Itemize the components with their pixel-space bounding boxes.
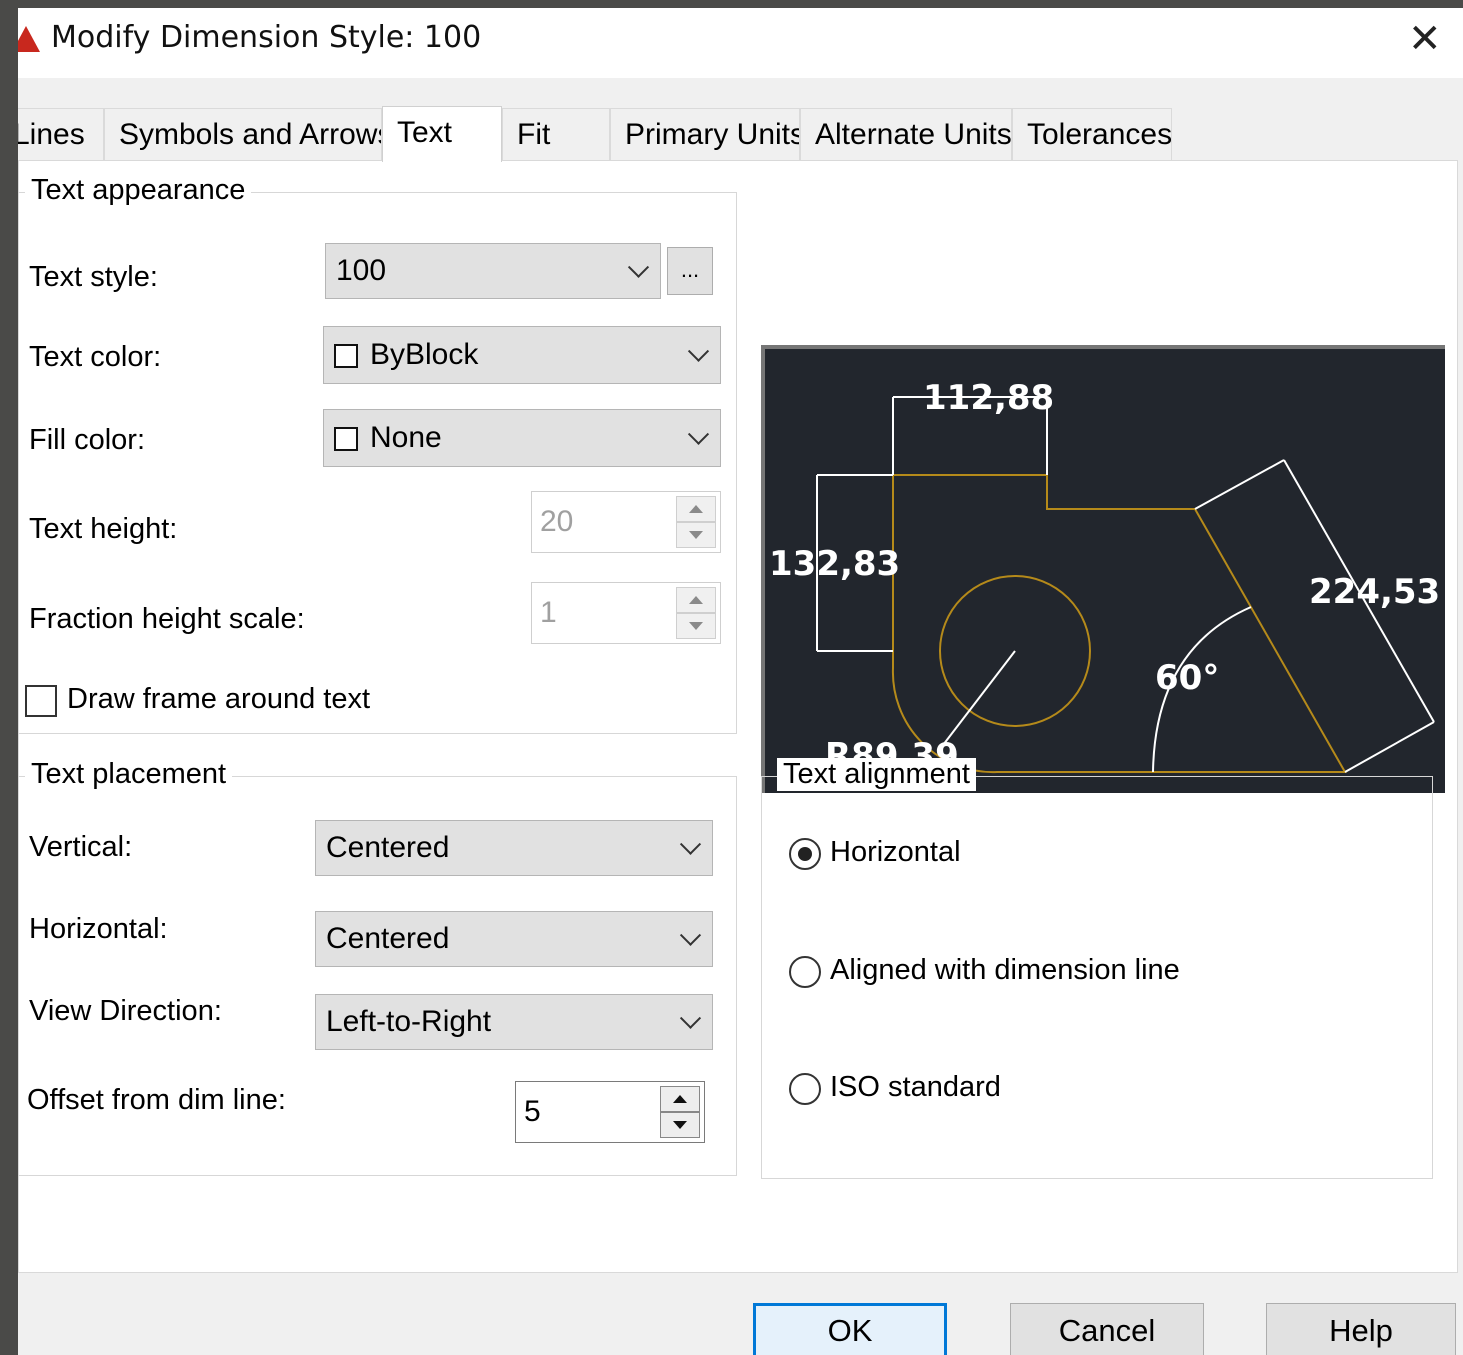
color-swatch bbox=[334, 427, 358, 451]
color-swatch bbox=[334, 344, 358, 368]
tab-label: Alternate Units bbox=[815, 118, 1012, 151]
fill-color-display: None bbox=[334, 421, 442, 455]
arrow-down-icon bbox=[673, 1121, 687, 1129]
spinner-arrows bbox=[676, 496, 716, 548]
text-style-value: 100 bbox=[336, 254, 387, 287]
fill-color-value: None bbox=[370, 421, 442, 454]
tab-label: Tolerances bbox=[1027, 118, 1172, 151]
dim-right-lines bbox=[1194, 459, 1435, 773]
horizontal-select[interactable]: Centered bbox=[315, 911, 713, 967]
dialog-window: Modify Dimension Style: 100 ✕ Lines Symb… bbox=[18, 8, 1463, 1355]
spinner-arrows bbox=[676, 587, 716, 639]
group-title: Text appearance bbox=[25, 174, 252, 207]
vertical-label: Vertical: bbox=[29, 831, 133, 863]
horizontal-value: Centered bbox=[326, 922, 450, 955]
radio-aligned-with-dimension-line[interactable] bbox=[789, 956, 821, 988]
text-height-label: Text height: bbox=[29, 513, 178, 545]
radio-iso-standard[interactable] bbox=[789, 1073, 821, 1105]
tab-label: Symbols and Arrows bbox=[119, 118, 382, 151]
view-direction-select[interactable]: Left-to-Right bbox=[315, 994, 713, 1050]
tab-alternate-units[interactable]: Alternate Units bbox=[800, 108, 1012, 160]
spin-up-button[interactable] bbox=[660, 1086, 700, 1112]
spin-down-button[interactable] bbox=[676, 613, 716, 639]
tab-symbols-and-arrows[interactable]: Symbols and Arrows bbox=[104, 108, 382, 160]
offset-value: 5 bbox=[524, 1095, 541, 1128]
text-color-value: ByBlock bbox=[370, 338, 479, 371]
fraction-height-scale-spinner[interactable]: 1 bbox=[531, 582, 721, 644]
tab-tolerances[interactable]: Tolerances bbox=[1012, 108, 1172, 160]
radio-horizontal-label: Horizontal bbox=[830, 836, 961, 868]
draw-frame-checkbox[interactable] bbox=[25, 685, 57, 717]
group-title: Text alignment bbox=[777, 758, 976, 791]
tab-fit[interactable]: Fit bbox=[502, 108, 610, 160]
chevron-down-icon bbox=[679, 1007, 702, 1029]
text-color-display: ByBlock bbox=[334, 338, 478, 372]
text-height-spinner[interactable]: 20 bbox=[531, 491, 721, 553]
ok-button[interactable]: OK bbox=[753, 1303, 947, 1355]
fill-color-label: Fill color: bbox=[29, 424, 146, 456]
tab-lines[interactable]: Lines bbox=[18, 108, 104, 160]
arrow-down-icon bbox=[689, 531, 703, 539]
chevron-down-icon bbox=[679, 833, 702, 855]
dimension-preview: 112,88 132,83 224,53 60° R89,39 bbox=[761, 345, 1445, 793]
dialog-title: Modify Dimension Style: 100 bbox=[51, 20, 482, 55]
part-outline bbox=[891, 474, 1347, 774]
tab-label: Text bbox=[397, 116, 453, 149]
vertical-value: Centered bbox=[326, 831, 450, 864]
arrow-up-icon bbox=[689, 505, 703, 513]
radio-horizontal[interactable] bbox=[789, 838, 821, 870]
close-icon[interactable]: ✕ bbox=[1408, 14, 1442, 64]
offset-spinner[interactable]: 5 bbox=[515, 1081, 705, 1143]
text-style-label: Text style: bbox=[29, 261, 158, 293]
arrow-up-icon bbox=[689, 596, 703, 604]
tab-label: Fit bbox=[517, 118, 551, 151]
offset-label: Offset from dim line: bbox=[27, 1084, 286, 1116]
chevron-down-icon bbox=[627, 256, 650, 278]
dim-left-text: 132,83 bbox=[769, 544, 900, 584]
text-color-select[interactable]: ByBlock bbox=[323, 326, 721, 384]
spin-up-button[interactable] bbox=[676, 496, 716, 522]
radio-aligned-label: Aligned with dimension line bbox=[830, 954, 1180, 986]
chevron-down-icon bbox=[687, 423, 710, 445]
tab-text[interactable]: Text bbox=[382, 106, 502, 162]
horizontal-label: Horizontal: bbox=[29, 913, 168, 945]
title-bar: Modify Dimension Style: 100 ✕ bbox=[18, 8, 1463, 78]
arrow-down-icon bbox=[689, 622, 703, 630]
spinner-arrows bbox=[660, 1086, 700, 1138]
spin-up-button[interactable] bbox=[676, 587, 716, 613]
fill-color-select[interactable]: None bbox=[323, 409, 721, 467]
tab-label: Lines bbox=[18, 118, 85, 151]
preview-drawing: 112,88 132,83 224,53 60° R89,39 bbox=[769, 378, 1440, 776]
text-style-browse-button[interactable]: ... bbox=[667, 247, 713, 295]
angle-text: 60° bbox=[1155, 658, 1219, 698]
text-color-label: Text color: bbox=[29, 341, 162, 373]
draw-frame-label: Draw frame around text bbox=[67, 683, 371, 715]
chevron-down-icon bbox=[679, 924, 702, 946]
cancel-button[interactable]: Cancel bbox=[1010, 1303, 1204, 1355]
tab-label: Primary Units bbox=[625, 118, 800, 151]
dim-right-text: 224,53 bbox=[1309, 572, 1440, 612]
autocad-logo-icon bbox=[18, 26, 40, 52]
view-direction-value: Left-to-Right bbox=[326, 1005, 492, 1038]
arrow-up-icon bbox=[673, 1095, 687, 1103]
chevron-down-icon bbox=[687, 340, 710, 362]
tab-panel-text: Text appearance Text style: 100 ... Text… bbox=[18, 160, 1458, 1273]
fraction-height-scale-value: 1 bbox=[540, 596, 557, 629]
spin-down-button[interactable] bbox=[676, 522, 716, 548]
text-style-select[interactable]: 100 bbox=[325, 243, 661, 299]
spin-down-button[interactable] bbox=[660, 1112, 700, 1138]
view-direction-label: View Direction: bbox=[29, 995, 222, 1027]
radio-iso-label: ISO standard bbox=[830, 1071, 1001, 1103]
text-height-value: 20 bbox=[540, 505, 574, 538]
dim-top-text: 112,88 bbox=[923, 378, 1054, 418]
help-button[interactable]: Help bbox=[1266, 1303, 1456, 1355]
vertical-select[interactable]: Centered bbox=[315, 820, 713, 876]
group-title: Text placement bbox=[25, 758, 233, 791]
radius-leader-line bbox=[939, 650, 1016, 750]
fraction-height-scale-label: Fraction height scale: bbox=[29, 603, 305, 635]
tab-primary-units[interactable]: Primary Units bbox=[610, 108, 800, 160]
